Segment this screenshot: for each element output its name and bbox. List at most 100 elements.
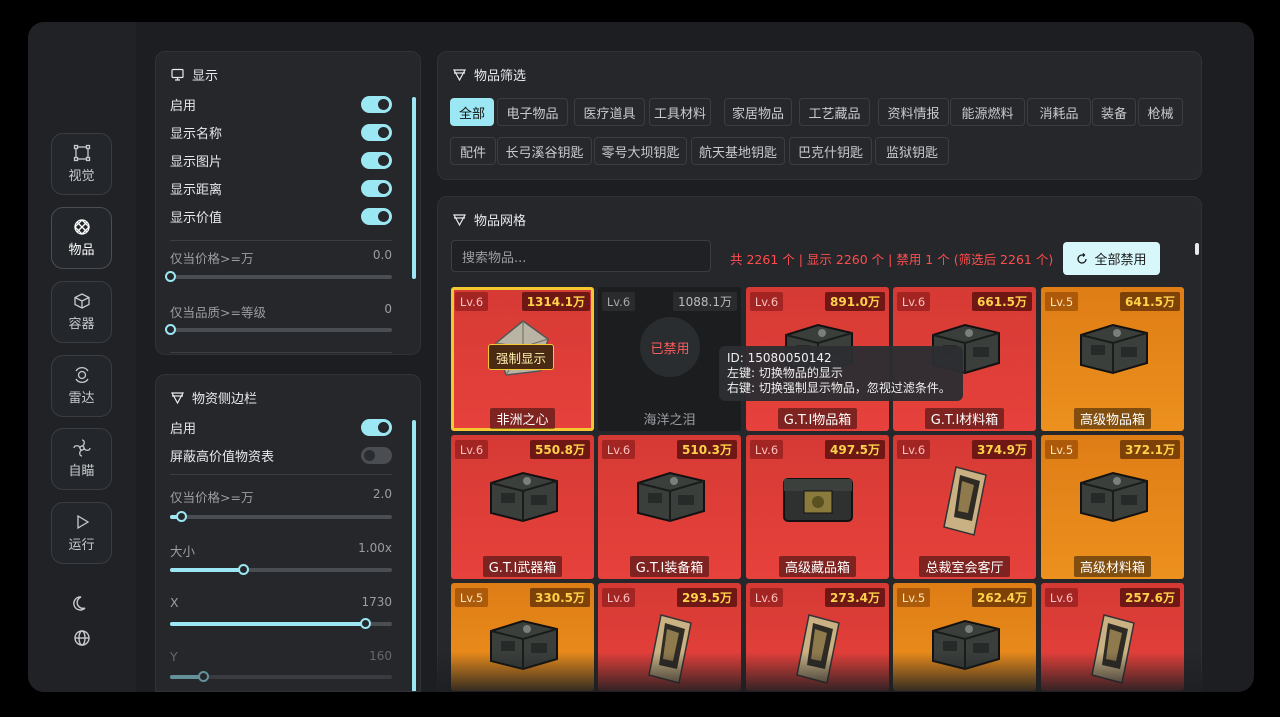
price-badge: 374.9万: [972, 440, 1032, 459]
item-card[interactable]: Lv.6 497.5万 高级藏品箱: [746, 435, 889, 579]
slider-knob[interactable]: [165, 271, 176, 282]
item-name: 非洲之心: [451, 408, 594, 429]
y-slider[interactable]: [170, 671, 392, 682]
filter-chip[interactable]: 枪械: [1138, 98, 1183, 126]
item-name: 总裁室会客厅: [893, 556, 1036, 577]
filter-chip[interactable]: 家居物品: [724, 98, 792, 126]
panel-scrollbar[interactable]: [412, 420, 416, 691]
item-name: G.T.I武器箱: [451, 556, 594, 577]
nav-aim-label: 自瞄: [68, 464, 95, 479]
slider-knob[interactable]: [176, 511, 188, 522]
show-name-toggle[interactable]: [361, 123, 392, 141]
sidebar-price-slider[interactable]: [170, 511, 392, 522]
filter-chip[interactable]: 配件: [450, 137, 496, 165]
slider-knob[interactable]: [360, 618, 372, 629]
level-badge: Lv.6: [455, 440, 488, 459]
filter-chip[interactable]: 工具材料: [649, 98, 711, 126]
forced-display-badge: 强制显示: [488, 344, 554, 370]
radar-icon: [74, 367, 89, 383]
slider-knob[interactable]: [165, 324, 176, 335]
level-badge: Lv.6: [750, 440, 783, 459]
nav-visual[interactable]: 视觉: [51, 133, 112, 195]
nav-container-label: 容器: [68, 317, 95, 332]
filter-diamond-icon: [453, 214, 466, 226]
level-badge: Lv.6: [602, 440, 635, 459]
filter-chip[interactable]: 能源燃料: [950, 98, 1025, 126]
filter-chip[interactable]: 工艺藏品: [799, 98, 870, 126]
supply-sidebar-panel: 物资侧边栏 启用 屏蔽高价值物资表 仅当价格>=万 2.0 大小 1.00x X 17…: [155, 374, 421, 692]
filter-diamond-icon: [171, 392, 184, 404]
nav-container[interactable]: 容器: [51, 281, 112, 343]
price-badge: 262.4万: [972, 588, 1032, 607]
show-value-toggle[interactable]: [361, 207, 392, 225]
item-name: G.T.I物品箱: [746, 408, 889, 429]
globe-icon[interactable]: [72, 628, 92, 648]
banned-badge: 已禁用: [640, 317, 700, 377]
item-card[interactable]: Lv.6 374.9万总裁室会客厅: [893, 435, 1036, 579]
item-image: [1073, 465, 1153, 531]
sidebar-panel-title: 物资侧边栏: [171, 388, 257, 407]
filter-chip[interactable]: 航天基地钥匙: [691, 137, 785, 165]
panel-scrollbar[interactable]: [412, 97, 416, 279]
price-threshold-slider[interactable]: [165, 271, 392, 282]
level-badge: Lv.6: [1045, 588, 1078, 607]
price-badge: 1314.1万: [521, 292, 590, 311]
filter-chip[interactable]: 装备: [1092, 98, 1136, 126]
item-card[interactable]: Lv.6 510.3万 G.T.I装备箱: [598, 435, 741, 579]
crop-frame-icon: [73, 144, 90, 162]
search-input[interactable]: 搜索物品...: [451, 240, 711, 272]
price-badge: 372.1万: [1120, 440, 1180, 459]
sidebar-price-label: 仅当价格>=万 2.0: [170, 487, 392, 505]
slider-knob[interactable]: [238, 564, 250, 575]
x-label: X 1730: [170, 595, 392, 610]
block-high-value-toggle[interactable]: [361, 446, 392, 464]
enable-toggle[interactable]: [361, 95, 392, 113]
level-badge: Lv.6: [455, 292, 488, 311]
size-slider[interactable]: [170, 564, 392, 575]
price-badge: 497.5万: [825, 440, 885, 459]
price-badge: 550.8万: [530, 440, 590, 459]
price-badge: 641.5万: [1120, 292, 1180, 311]
toggle-row-sidebar-enable: 启用: [170, 417, 392, 437]
item-card[interactable]: Lv.5 641.5万 高级物品箱: [1041, 287, 1184, 431]
slider-knob[interactable]: [198, 671, 210, 682]
filter-chip[interactable]: 资料情报: [878, 98, 949, 126]
item-stats: 共 2261 个 | 显示 2260 个 | 禁用 1 个 (筛选后 2261 …: [730, 252, 1054, 267]
item-card[interactable]: Lv.6 550.8万 G.T.I武器箱: [451, 435, 594, 579]
filter-chip[interactable]: 零号大坝钥匙: [594, 137, 687, 165]
level-badge: Lv.6: [897, 440, 930, 459]
level-badge: Lv.5: [897, 588, 930, 607]
filter-chip[interactable]: 医疗道具: [574, 98, 645, 126]
item-grid-panel: 物品网格 搜索物品... 共 2261 个 | 显示 2260 个 | 禁用 1…: [437, 196, 1202, 692]
nav-radar[interactable]: 雷达: [51, 355, 112, 417]
filter-chip[interactable]: 监狱钥匙: [875, 137, 949, 165]
nav-aim[interactable]: 自瞄: [51, 428, 112, 490]
filter-chip[interactable]: 电子物品: [497, 98, 568, 126]
show-distance-toggle[interactable]: [361, 179, 392, 197]
level-badge: Lv.5: [1045, 440, 1078, 459]
item-image: [940, 465, 990, 541]
quality-threshold-slider[interactable]: [165, 324, 392, 335]
sidebar-enable-toggle[interactable]: [361, 418, 392, 436]
price-badge: 273.4万: [825, 588, 885, 607]
moon-icon[interactable]: [72, 593, 92, 613]
show-image-toggle[interactable]: [361, 151, 392, 169]
price-badge: 661.5万: [972, 292, 1032, 311]
nav-run[interactable]: 运行: [51, 502, 112, 564]
item-card[interactable]: Lv.5 372.1万 高级材料箱: [1041, 435, 1184, 579]
grid-panel-title: 物品网格: [453, 210, 526, 229]
disable-all-button[interactable]: 全部禁用: [1063, 242, 1160, 275]
toggle-row-show-name: 显示名称: [170, 122, 392, 142]
nav-items[interactable]: 物品: [51, 207, 112, 269]
filter-chip[interactable]: 消耗品: [1027, 98, 1091, 126]
price-badge: 330.5万: [530, 588, 590, 607]
filter-chip[interactable]: 长弓溪谷钥匙: [497, 137, 592, 165]
item-tooltip: ID: 15080050142 左键: 切换物品的显示 右键: 切换强制显示物品…: [719, 346, 963, 401]
item-name: G.T.I材料箱: [893, 408, 1036, 429]
item-card[interactable]: Lv.6 1314.1万强制显示非洲之心: [451, 287, 594, 431]
filter-chip[interactable]: 巴克什钥匙: [789, 137, 872, 165]
price-badge: 257.6万: [1120, 588, 1180, 607]
filter-chip[interactable]: 全部: [450, 98, 494, 126]
grid-scrollbar[interactable]: [1195, 243, 1199, 255]
x-slider[interactable]: [170, 618, 392, 629]
